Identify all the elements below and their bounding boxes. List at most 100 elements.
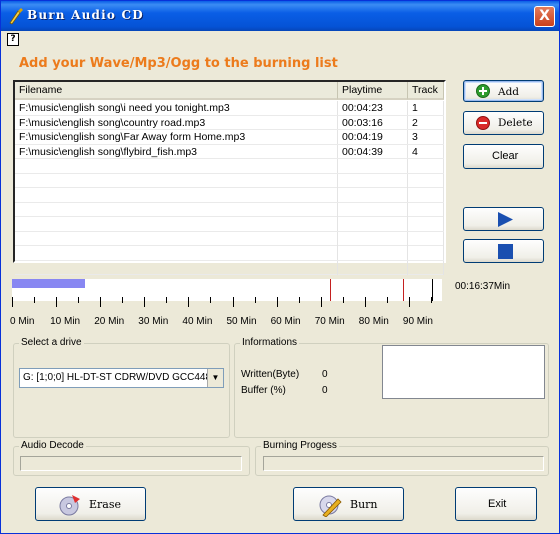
stop-button[interactable] [463, 239, 544, 263]
timeline-tick [122, 297, 124, 303]
list-row[interactable]: F:\music\english song\flybird_fish.mp3 0… [15, 144, 444, 159]
erase-button[interactable]: Erase [35, 487, 146, 521]
add-button[interactable]: Add [463, 80, 544, 102]
row-filename: F:\music\english song\country road.mp3 [15, 115, 338, 129]
play-button[interactable] [463, 207, 544, 231]
delete-label: Delete [498, 117, 533, 129]
list-row[interactable]: F:\music\english song\Far Away form Home… [15, 130, 444, 145]
help-icon[interactable]: ? [7, 33, 19, 46]
burn-label: Burn [350, 498, 378, 511]
timeline-scale-label: 50 Min [226, 316, 257, 327]
info-display-box [382, 345, 545, 399]
select-drive-legend: Select a drive [19, 337, 84, 348]
empty-row [15, 217, 444, 232]
column-header-filename[interactable]: Filename [15, 82, 338, 100]
empty-row [15, 188, 444, 203]
row-filename: F:\music\english song\i need you tonight… [15, 101, 338, 115]
burn-button[interactable]: Burn [293, 487, 404, 521]
stop-icon [498, 244, 513, 259]
clear-label: Clear [492, 150, 519, 162]
used-capacity-fill [12, 279, 86, 288]
row-playtime: 00:04:23 [338, 101, 408, 115]
timeline-tick [56, 297, 58, 307]
select-drive-group: Select a drive G: [1;0;0] HL-DT-ST CDRW/… [13, 337, 230, 438]
play-icon [498, 212, 513, 227]
burning-progress-legend: Burning Progess [261, 440, 339, 451]
row-track: 2 [408, 115, 444, 129]
burn-flame-icon [9, 8, 23, 25]
timeline-scale-label: 40 Min [182, 316, 213, 327]
timeline-tick [232, 297, 234, 307]
informations-group: Informations Written(Byte) 0 Buffer (%) … [234, 337, 549, 438]
empty-row [15, 159, 444, 174]
burning-list[interactable]: Filename Playtime Track F:\music\english… [13, 80, 446, 275]
clear-button[interactable]: Clear [463, 144, 544, 169]
timeline-ticks [12, 297, 442, 311]
empty-row [15, 231, 444, 246]
timeline-tick [188, 297, 190, 307]
burning-progress-group: Burning Progess [255, 440, 549, 476]
audio-decode-legend: Audio Decode [19, 440, 86, 451]
timeline-tick [276, 297, 278, 307]
row-filename: F:\music\english song\flybird_fish.mp3 [15, 144, 338, 158]
row-playtime: 00:04:39 [338, 144, 408, 158]
timeline-tick [320, 297, 322, 307]
exit-label: Exit [488, 498, 507, 510]
delete-icon [476, 116, 490, 130]
list-row[interactable]: F:\music\english song\country road.mp3 0… [15, 115, 444, 130]
add-label: Add [498, 86, 520, 98]
burning-progress-bar [263, 456, 544, 471]
row-track: 1 [408, 101, 444, 115]
timeline-tick [34, 297, 36, 303]
row-track: 3 [408, 130, 444, 144]
written-value: 0 [322, 369, 328, 380]
drive-select[interactable]: G: [1;0;0] HL-DT-ST CDRW/DVD GCC4482 1.0… [19, 368, 224, 388]
list-rows: F:\music\english song\i need you tonight… [15, 101, 444, 275]
timeline-tick [166, 297, 168, 303]
close-button[interactable]: X [534, 6, 555, 27]
timeline-tick [364, 297, 366, 307]
row-track: 4 [408, 144, 444, 158]
window-title: Burn Audio CD [27, 8, 144, 22]
timeline-tick [342, 297, 344, 303]
timeline-scale-label: 10 Min [50, 316, 81, 327]
timeline-tick [298, 297, 300, 303]
column-header-playtime[interactable]: Playtime [338, 82, 408, 100]
burn-audio-cd-window: Burn Audio CD X ? Add your Wave/Mp3/Ogg … [0, 0, 560, 534]
add-icon [476, 84, 490, 98]
timeline-tick [430, 297, 432, 303]
row-playtime: 00:04:19 [338, 130, 408, 144]
timeline-scale-label: 20 Min [94, 316, 125, 327]
list-row[interactable]: F:\music\english song\i need you tonight… [15, 101, 444, 116]
timeline-tick [12, 297, 13, 307]
drive-select-value: G: [1;0;0] HL-DT-ST CDRW/DVD GCC4482 1.0… [23, 372, 224, 383]
audio-decode-progress [20, 456, 242, 471]
timeline-tick [78, 297, 80, 303]
chevron-down-icon[interactable]: ▼ [207, 369, 223, 387]
page-heading: Add your Wave/Mp3/Ogg to the burning lis… [19, 56, 338, 71]
list-header: Filename Playtime Track [15, 82, 444, 100]
column-header-track[interactable]: Track [408, 82, 444, 100]
row-filename: F:\music\english song\Far Away form Home… [15, 130, 338, 144]
exit-button[interactable]: Exit [455, 487, 537, 521]
burn-disc-icon [319, 495, 342, 517]
written-label: Written(Byte) [241, 369, 300, 380]
timeline-tick [254, 297, 256, 303]
timeline-scale-label: 60 Min [270, 316, 301, 327]
timeline-scale-label: 30 Min [138, 316, 169, 327]
total-duration: 00:16:37Min [455, 281, 511, 292]
timeline-tick [210, 297, 212, 303]
timeline-tick [408, 297, 410, 307]
timeline-scale-label: 70 Min [314, 316, 345, 327]
empty-row [15, 202, 444, 217]
delete-button[interactable]: Delete [463, 111, 544, 135]
empty-row [15, 260, 444, 275]
audio-decode-group: Audio Decode [13, 440, 250, 476]
timeline-tick [386, 297, 388, 303]
title-bar[interactable]: Burn Audio CD X [1, 1, 559, 31]
timeline-tick [144, 297, 146, 307]
buffer-value: 0 [322, 385, 328, 396]
erase-label: Erase [89, 498, 122, 511]
erase-disc-icon [59, 495, 80, 516]
empty-row [15, 173, 444, 188]
